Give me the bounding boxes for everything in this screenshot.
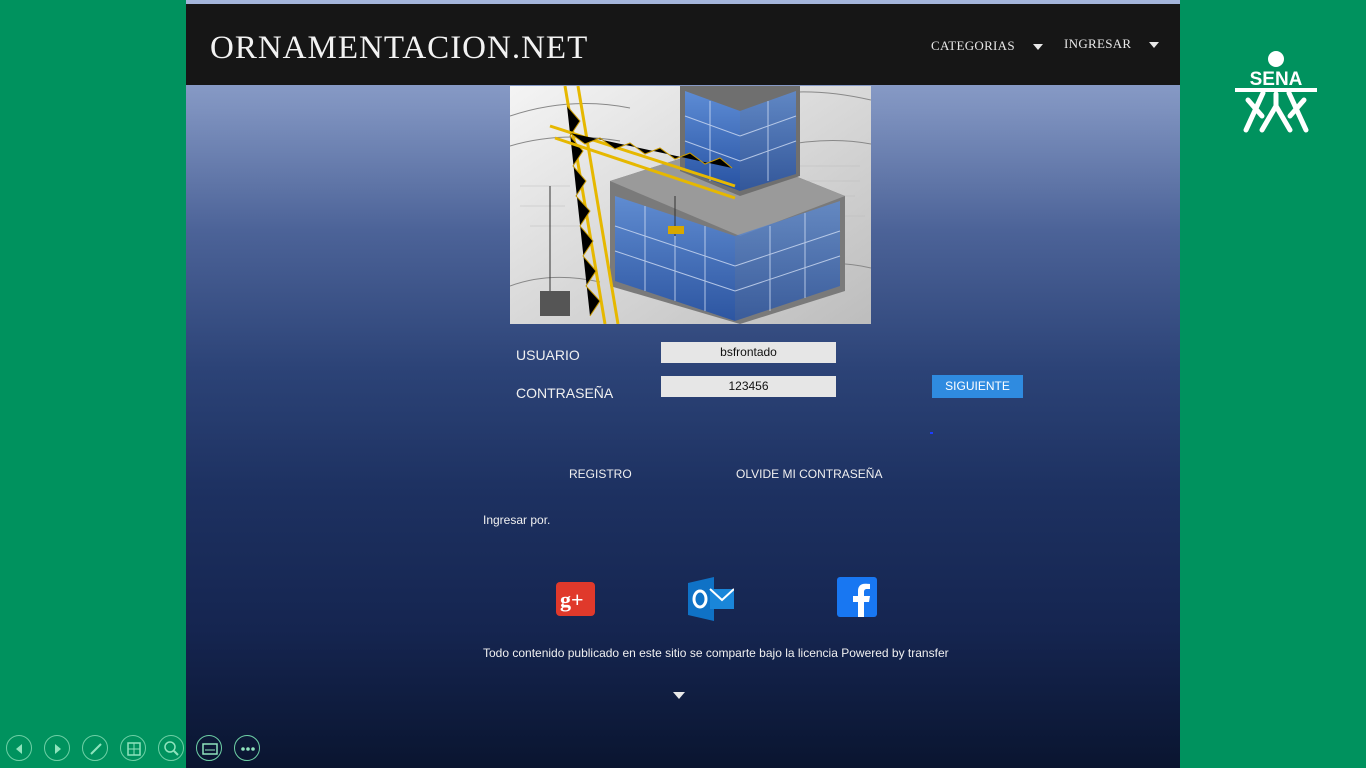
hero-image — [510, 86, 871, 324]
previous-icon — [16, 744, 22, 754]
nav-categorias-label: CATEGORIAS — [931, 38, 1015, 53]
username-label: USUARIO — [516, 347, 580, 363]
building-crane-illustration — [510, 86, 871, 324]
top-navbar: ORNAMENTACION.NET CATEGORIAS INGRESAR — [186, 4, 1180, 85]
nav-categorias[interactable]: CATEGORIAS — [931, 38, 1043, 54]
more-options-button[interactable] — [234, 735, 260, 761]
subtitles-button[interactable] — [196, 735, 222, 761]
login-with-prompt: Ingresar por. — [483, 513, 551, 527]
previous-slide-button[interactable] — [6, 735, 32, 761]
chevron-down-icon — [1032, 44, 1043, 51]
facebook-button[interactable] — [837, 577, 877, 622]
forgot-password-link[interactable]: OLVIDE MI CONTRASEÑA — [736, 467, 882, 481]
facebook-icon — [837, 577, 877, 617]
username-field[interactable] — [661, 342, 836, 363]
subtitles-icon — [202, 743, 218, 755]
site-title[interactable]: ORNAMENTACION.NET — [210, 30, 588, 67]
google-plus-icon: g+ — [556, 582, 595, 616]
next-slide-button[interactable] — [44, 735, 70, 761]
sena-logo: SENA — [1232, 48, 1320, 139]
zoom-button[interactable] — [158, 735, 184, 761]
more-icon — [241, 747, 255, 751]
password-field[interactable] — [661, 376, 836, 397]
outlook-icon — [688, 577, 735, 621]
svg-text:g+: g+ — [560, 587, 584, 612]
nav-ingresar[interactable]: INGRESAR — [1064, 36, 1160, 52]
zoom-icon — [164, 741, 179, 756]
password-label: CONTRASEÑA — [516, 385, 614, 401]
next-icon — [55, 744, 61, 754]
slides-button[interactable] — [120, 735, 146, 761]
google-plus-button[interactable]: g+ — [556, 582, 595, 621]
register-link[interactable]: REGISTRO — [569, 467, 632, 481]
pen-button[interactable] — [82, 735, 108, 761]
nav-ingresar-label: INGRESAR — [1064, 36, 1132, 51]
chevron-down-icon — [1149, 42, 1160, 49]
outlook-button[interactable] — [688, 577, 735, 626]
next-button[interactable]: SIGUIENTE — [932, 375, 1023, 398]
slide-canvas: ORNAMENTACION.NET CATEGORIAS INGRESAR US… — [186, 0, 1180, 768]
caret-down-icon[interactable] — [673, 692, 685, 699]
slides-icon — [127, 742, 141, 756]
license-text: Todo contenido publicado en este sitio s… — [483, 646, 949, 660]
cursor-dot — [930, 432, 933, 434]
pen-icon — [90, 743, 102, 755]
sena-logo-text: SENA — [1250, 69, 1303, 90]
